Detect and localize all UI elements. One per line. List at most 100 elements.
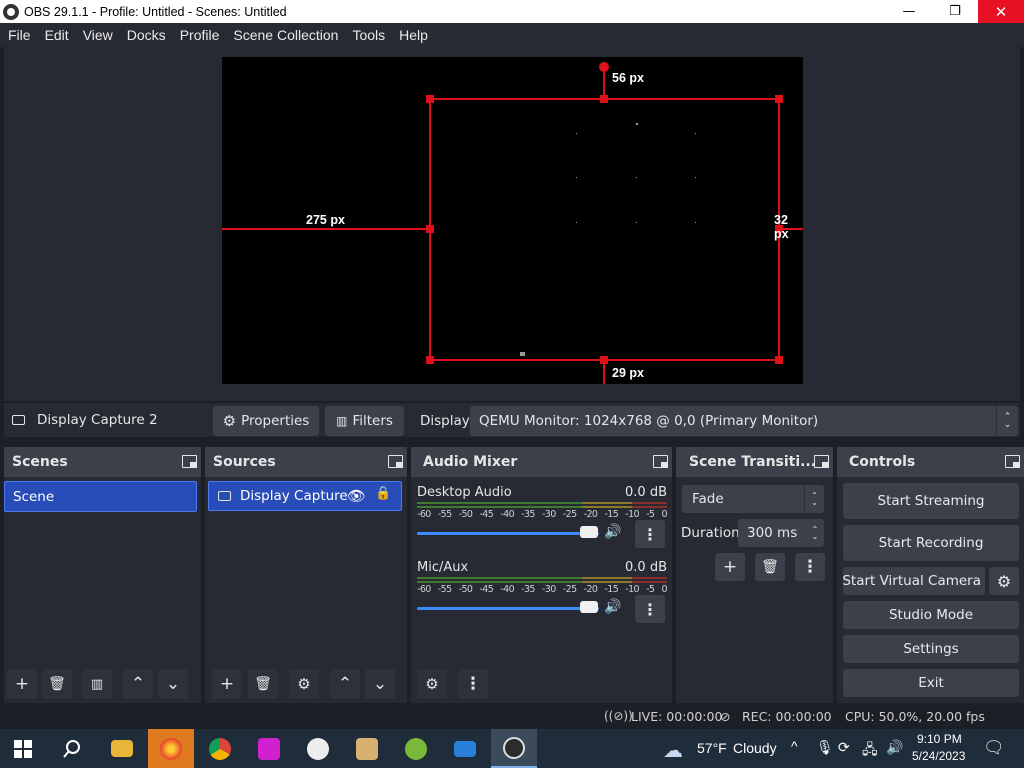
source-list-item[interactable]: Display Capture : 👁 🔒 xyxy=(208,481,402,511)
scene-list-item[interactable]: Scene xyxy=(4,481,197,512)
search-button[interactable] xyxy=(49,729,95,768)
menu-file[interactable]: File xyxy=(1,27,38,43)
clock-time[interactable]: 9:10 PM xyxy=(917,732,962,746)
menu-profile[interactable]: Profile xyxy=(173,27,227,43)
transition-select[interactable]: Fade ⌃ ⌄ xyxy=(682,485,824,513)
handle-top[interactable] xyxy=(600,95,608,103)
settings-button[interactable]: Settings xyxy=(843,635,1019,663)
menu-docks[interactable]: Docks xyxy=(120,27,173,43)
network-icon[interactable]: 🖧 xyxy=(862,739,878,763)
tick-label: -15 xyxy=(604,584,619,595)
source-bounding-box[interactable] xyxy=(429,98,780,361)
menu-tools[interactable]: Tools xyxy=(345,27,392,43)
tick-label: -45 xyxy=(479,584,494,595)
move-scene-up-button[interactable]: ⌃ xyxy=(123,669,153,699)
remove-source-button[interactable]: 🗑 xyxy=(248,669,278,699)
remove-scene-button[interactable]: 🗑 xyxy=(42,669,72,699)
volume-slider-thumb[interactable] xyxy=(580,526,598,538)
volume-slider-thumb[interactable] xyxy=(580,601,598,613)
start-button[interactable] xyxy=(0,729,46,768)
preview-canvas[interactable]: 56 px 275 px 32 px 29 px xyxy=(222,57,803,384)
transition-menu-button[interactable]: ⋮ xyxy=(795,553,825,581)
start-recording-button[interactable]: Start Recording xyxy=(843,525,1019,561)
source-properties-button[interactable]: ⚙ xyxy=(289,669,319,699)
studio-mode-button[interactable]: Studio Mode xyxy=(843,601,1019,629)
properties-button[interactable]: ⚙ Properties xyxy=(213,406,319,436)
taskbar-obs[interactable] xyxy=(491,729,537,768)
scene-filters-button[interactable]: ▥ xyxy=(82,669,112,699)
tick-label: -20 xyxy=(583,509,598,520)
start-virtual-camera-button[interactable]: Start Virtual Camera xyxy=(843,567,985,595)
tick-label: -20 xyxy=(583,584,598,595)
handle-top-left[interactable] xyxy=(426,95,434,103)
volume-icon[interactable]: 🔊 xyxy=(886,739,903,756)
taskbar-app-chameleon[interactable] xyxy=(393,729,439,768)
chevron-up-icon[interactable]: ^ xyxy=(791,738,798,754)
add-transition-button[interactable]: + xyxy=(715,553,745,581)
weather-text[interactable]: Cloudy xyxy=(733,740,777,756)
cpu-fps: CPU: 50.0%, 20.00 fps xyxy=(845,709,985,724)
handle-bottom-left[interactable] xyxy=(426,356,434,364)
channel-menu-button[interactable]: ⋮ xyxy=(635,520,665,548)
handle-left[interactable] xyxy=(426,225,434,233)
taskbar-chrome[interactable] xyxy=(197,729,243,768)
display-select[interactable]: QEMU Monitor: 1024x768 @ 0,0 (Primary Mo… xyxy=(470,406,1018,436)
volume-slider[interactable] xyxy=(417,532,599,535)
updown-arrows-icon[interactable]: ⌃ ⌄ xyxy=(806,519,824,547)
close-button[interactable]: ✕ xyxy=(978,0,1024,23)
menu-edit[interactable]: Edit xyxy=(38,27,76,43)
move-scene-down-button[interactable]: ⌄ xyxy=(158,669,188,699)
taskbar-app-paint[interactable] xyxy=(246,729,292,768)
taskbar-file-explorer[interactable] xyxy=(99,729,145,768)
channel-menu-button[interactable]: ⋮ xyxy=(635,595,665,623)
maximize-button[interactable]: ❐ xyxy=(932,0,978,23)
duration-spinbox[interactable]: 300 ms ⌃ ⌄ xyxy=(738,519,824,547)
exit-button[interactable]: Exit xyxy=(843,669,1019,697)
sync-icon[interactable]: ⟳ xyxy=(838,739,850,756)
undock-icon[interactable] xyxy=(814,455,829,468)
clock-date[interactable]: 5/24/2023 xyxy=(912,749,965,763)
add-scene-button[interactable]: + xyxy=(7,669,37,699)
handle-bottom[interactable] xyxy=(600,356,608,364)
source-toolbar: Display Capture 2 ⚙ Properties ▥ Filters… xyxy=(4,403,1020,437)
rotation-handle[interactable] xyxy=(599,62,609,72)
handle-top-right[interactable] xyxy=(775,95,783,103)
weather-temp[interactable]: 57°F xyxy=(697,740,727,756)
handle-bottom-right[interactable] xyxy=(775,356,783,364)
microphone-icon[interactable]: 🎙 xyxy=(816,739,834,756)
virtual-camera-settings-button[interactable]: ⚙ xyxy=(989,567,1019,595)
plus-icon: + xyxy=(722,557,738,577)
move-source-down-button[interactable]: ⌄ xyxy=(365,669,395,699)
taskbar-app-mask[interactable] xyxy=(295,729,341,768)
advanced-audio-button[interactable]: ⚙ xyxy=(417,669,447,699)
taskbar-app-tools[interactable] xyxy=(344,729,390,768)
notification-icon[interactable]: 🗨 xyxy=(983,738,1005,758)
cloud-icon[interactable]: ☁ xyxy=(663,738,683,763)
tick-label: -25 xyxy=(562,509,577,520)
filters-button[interactable]: ▥ Filters xyxy=(325,406,404,436)
mixer-menu-button[interactable]: ⋮ xyxy=(458,669,488,699)
lock-icon[interactable]: 🔒 xyxy=(375,486,391,501)
tick-label: -25 xyxy=(562,584,577,595)
remove-transition-button[interactable]: 🗑 xyxy=(755,553,785,581)
volume-slider[interactable] xyxy=(417,607,599,610)
minimize-button[interactable]: — xyxy=(886,0,932,23)
sources-dock: Sources Display Capture : 👁 🔒 + 🗑 ⚙ ⌃ ⌄ xyxy=(205,447,407,703)
taskbar-app-window[interactable] xyxy=(442,729,488,768)
menu-scene-collection[interactable]: Scene Collection xyxy=(226,27,345,43)
live-timer: LIVE: 00:00:00 xyxy=(631,709,723,724)
taskbar-firefox[interactable] xyxy=(148,729,194,768)
speaker-icon[interactable]: 🔊 xyxy=(604,599,621,615)
undock-icon[interactable] xyxy=(1005,455,1020,468)
menu-help[interactable]: Help xyxy=(392,27,435,43)
undock-icon[interactable] xyxy=(182,455,197,468)
add-source-button[interactable]: + xyxy=(212,669,242,699)
move-source-up-button[interactable]: ⌃ xyxy=(330,669,360,699)
start-streaming-button[interactable]: Start Streaming xyxy=(843,483,1019,519)
window-app-icon xyxy=(454,740,476,757)
undock-icon[interactable] xyxy=(388,455,403,468)
eye-icon[interactable]: 👁 xyxy=(347,487,366,505)
undock-icon[interactable] xyxy=(653,455,668,468)
menu-view[interactable]: View xyxy=(76,27,120,43)
speaker-icon[interactable]: 🔊 xyxy=(604,524,621,540)
